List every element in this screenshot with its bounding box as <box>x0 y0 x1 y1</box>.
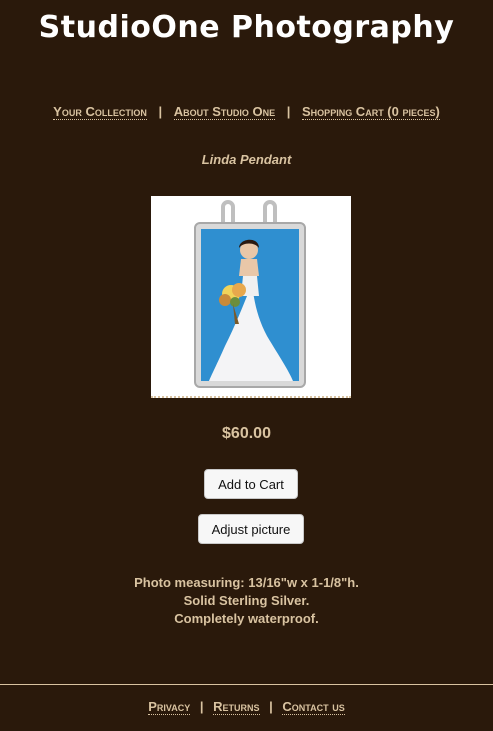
top-nav: Your Collection | About Studio One | Sho… <box>0 103 493 121</box>
footer-divider <box>0 684 493 685</box>
nav-separator: | <box>158 104 163 119</box>
site-title: StudioOne Photography <box>38 10 455 45</box>
description-line: Solid Sterling Silver. <box>183 593 310 608</box>
pendant-photo-image <box>194 200 306 388</box>
adjust-picture-button[interactable]: Adjust picture <box>198 514 304 544</box>
footer-nav: Privacy | Returns | Contact us <box>0 698 493 716</box>
footer-contact-link[interactable]: Contact us <box>282 699 345 715</box>
description-line: Photo measuring: 13/16"w x 1-1/8"h. <box>134 575 359 590</box>
nav-about-link[interactable]: About Studio One <box>173 104 276 120</box>
product-description: Photo measuring: 13/16"w x 1-1/8"h. Soli… <box>0 574 493 628</box>
add-to-cart-button[interactable]: Add to Cart <box>204 469 298 499</box>
footer-separator: | <box>269 699 273 714</box>
product-price: $60.00 <box>222 425 271 442</box>
description-line: Completely waterproof. <box>174 611 319 626</box>
product-image[interactable] <box>151 196 351 398</box>
footer-privacy-link[interactable]: Privacy <box>148 699 191 715</box>
footer-returns-link[interactable]: Returns <box>213 699 260 715</box>
nav-shopping-cart-link[interactable]: Shopping Cart (0 pieces) <box>302 104 440 120</box>
nav-your-collection-link[interactable]: Your Collection <box>53 104 147 120</box>
nav-separator: | <box>286 104 291 119</box>
product-name: Linda Pendant <box>201 152 292 167</box>
footer-separator: | <box>199 699 204 714</box>
